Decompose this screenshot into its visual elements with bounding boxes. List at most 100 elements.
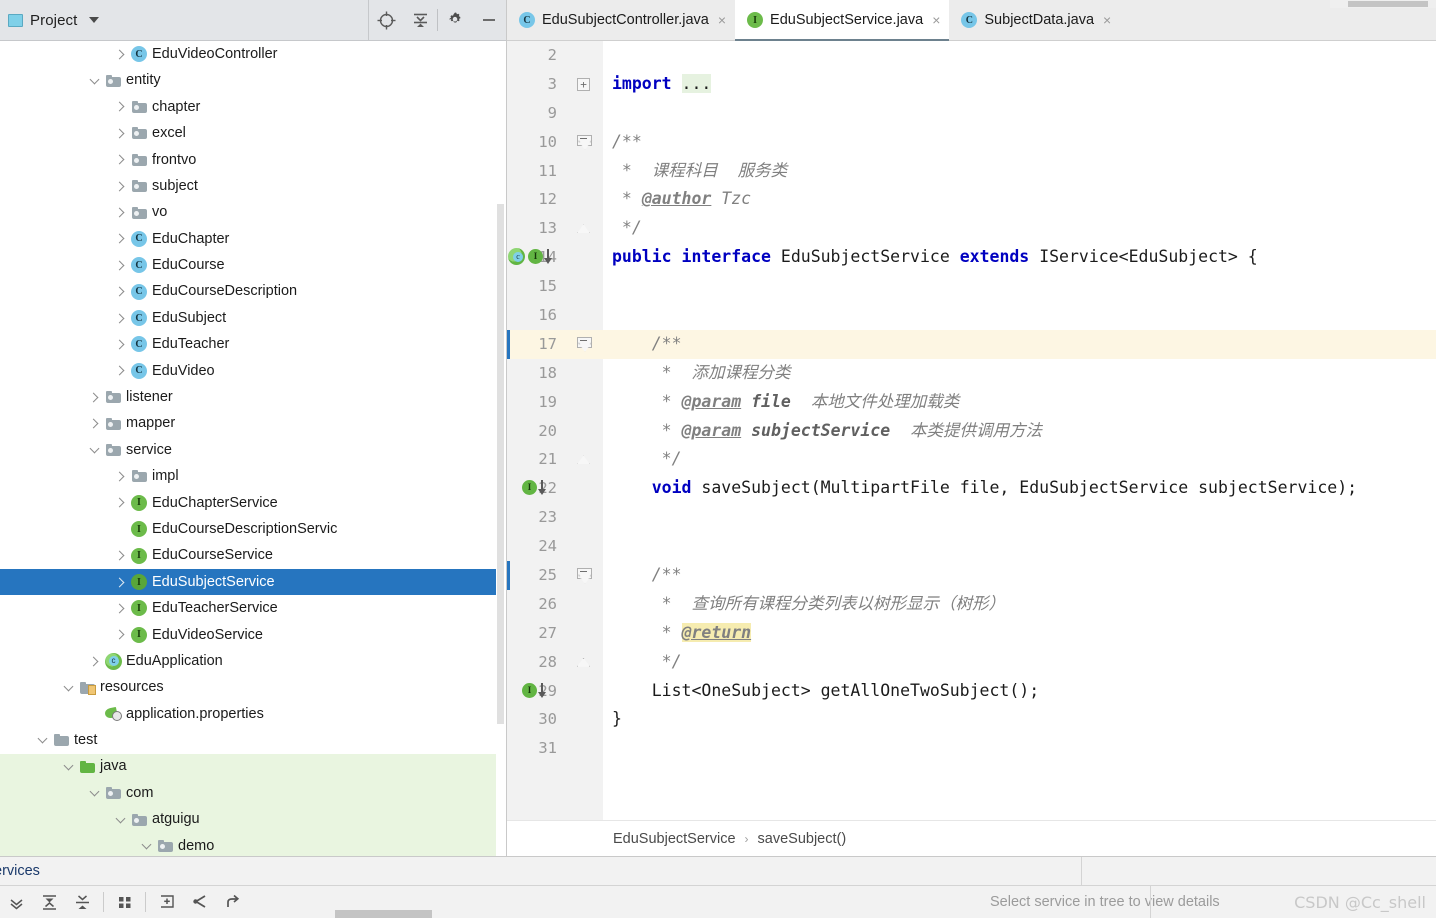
tree-item-com[interactable]: com xyxy=(0,779,496,807)
editor-tab-edusubjectservice-java[interactable]: I EduSubjectService.java × xyxy=(735,0,950,41)
fold-end-icon[interactable] xyxy=(577,657,590,667)
code-line-28[interactable]: 28 */ xyxy=(507,648,1436,677)
group-icon[interactable] xyxy=(108,887,141,918)
tree-item-educoursedescriptionservic[interactable]: I EduCourseDescriptionServic xyxy=(0,516,496,542)
editor-tab-subjectdata-java[interactable]: C SubjectData.java × xyxy=(949,0,1120,40)
tree-expand-arrow[interactable] xyxy=(112,579,129,586)
tree-expand-arrow[interactable] xyxy=(112,235,129,242)
fold-expand-icon[interactable]: + xyxy=(577,77,590,91)
gutter-marker-implementations[interactable]: I xyxy=(519,479,547,496)
tree-item-educourseservice[interactable]: I EduCourseService xyxy=(0,542,496,568)
close-icon[interactable]: × xyxy=(718,12,726,28)
code-editor[interactable]: 2 3 + import ... 9 10/** 11 * 课程科目 服务类 12 * @au… xyxy=(507,41,1436,820)
tree-expand-arrow[interactable] xyxy=(112,605,129,612)
tree-expand-arrow[interactable] xyxy=(86,394,103,401)
tree-expand-arrow[interactable] xyxy=(138,841,155,851)
fold-collapse-icon[interactable] xyxy=(577,568,592,583)
gutter-marker-implementations[interactable]: I xyxy=(507,248,553,266)
tree-item-subject[interactable]: subject xyxy=(0,173,496,199)
scrollbar-thumb[interactable] xyxy=(497,204,504,724)
fold-end-icon[interactable] xyxy=(577,455,590,465)
tree-item-educourse[interactable]: C EduCourse xyxy=(0,252,496,278)
code-line-3[interactable]: 3 + import ... xyxy=(507,70,1436,99)
gear-icon[interactable] xyxy=(438,1,472,40)
tree-item-edusubjectservice[interactable]: I EduSubjectService xyxy=(0,568,496,596)
code-line-30[interactable]: 30} xyxy=(507,705,1436,734)
close-icon[interactable]: × xyxy=(1103,12,1111,28)
tree-expand-arrow[interactable] xyxy=(112,130,129,137)
tree-expand-arrow[interactable] xyxy=(86,658,103,665)
tree-item-eduteacher[interactable]: C EduTeacher xyxy=(0,331,496,357)
tree-expand-arrow[interactable] xyxy=(112,367,129,374)
tree-expand-arrow[interactable] xyxy=(112,288,129,295)
code-line-14[interactable]: 14Ipublic interface EduSubjectService ex… xyxy=(507,243,1436,272)
bottom-scrollbar[interactable] xyxy=(335,909,665,918)
tree-item-test[interactable]: test xyxy=(0,727,496,753)
code-line-17[interactable]: 17 /** xyxy=(507,329,1436,359)
fold-end-icon[interactable] xyxy=(577,224,590,234)
branch-icon[interactable] xyxy=(216,887,249,918)
code-content[interactable]: 2 3 + import ... 9 10/** 11 * 课程科目 服务类 12 * @au… xyxy=(507,41,1436,820)
code-line-29[interactable]: 29 I List<OneSubject> getAllOneTwoSubject… xyxy=(507,677,1436,706)
tree-expand-arrow[interactable] xyxy=(86,420,103,427)
expand-chevron-icon[interactable] xyxy=(0,887,33,918)
chevron-down-icon[interactable] xyxy=(89,17,100,23)
tree-item-demo[interactable]: demo xyxy=(0,832,496,856)
add-service-icon[interactable] xyxy=(150,887,183,918)
minimize-icon[interactable] xyxy=(472,1,506,40)
code-line-18[interactable]: 18 * 添加课程分类 xyxy=(507,359,1436,388)
tree-item-listener[interactable]: listener xyxy=(0,384,496,410)
tree-item-service[interactable]: service xyxy=(0,437,496,463)
tree-item-application-properties[interactable]: application.properties xyxy=(0,701,496,727)
breadcrumb-item[interactable]: EduSubjectService xyxy=(613,831,736,847)
tree-item-educhapter[interactable]: C EduChapter xyxy=(0,226,496,252)
scrollbar-thumb[interactable] xyxy=(335,910,432,918)
tree-item-atguigu[interactable]: atguigu xyxy=(0,806,496,833)
tree-item-educoursedescription[interactable]: C EduCourseDescription xyxy=(0,279,496,305)
tree-item-vo[interactable]: vo xyxy=(0,199,496,225)
code-line-22[interactable]: 22 I void saveSubject(MultipartFile file,… xyxy=(507,474,1436,503)
tree-expand-arrow[interactable] xyxy=(34,735,51,745)
tree-item-impl[interactable]: impl xyxy=(0,463,496,489)
gutter-marker-implementations[interactable]: I xyxy=(519,682,547,699)
code-line-11[interactable]: 11 * 课程科目 服务类 xyxy=(507,157,1436,186)
tree-item-eduapplication[interactable]: EduApplication xyxy=(0,648,496,674)
project-title-group[interactable]: Project xyxy=(0,12,100,29)
filter-icon[interactable] xyxy=(183,887,216,918)
code-line-27[interactable]: 27 * @return xyxy=(507,619,1436,648)
code-line-19[interactable]: 19 * @param file 本地文件处理加载类 xyxy=(507,388,1436,417)
tree-expand-arrow[interactable] xyxy=(112,156,129,163)
breadcrumb-item[interactable]: saveSubject() xyxy=(758,831,847,847)
tree-expand-arrow[interactable] xyxy=(60,762,77,772)
code-line-15[interactable]: 15 xyxy=(507,272,1436,301)
code-line-26[interactable]: 26 * 查询所有课程分类列表以树形显示（树形） xyxy=(507,590,1436,619)
code-line-10[interactable]: 10 /** xyxy=(507,128,1436,157)
tree-expand-arrow[interactable] xyxy=(112,262,129,269)
scrollbar-thumb[interactable] xyxy=(1348,1,1428,7)
tree-item-resources[interactable]: resources xyxy=(0,674,496,700)
code-line-25[interactable]: 25 /** xyxy=(507,561,1436,590)
tree-item-excel[interactable]: excel xyxy=(0,120,496,146)
tree-item-eduvideo[interactable]: C EduVideo xyxy=(0,358,496,384)
tree-expand-arrow[interactable] xyxy=(112,499,129,506)
editor-tab-edusubjectcontroller-java[interactable]: C EduSubjectController.java × xyxy=(507,0,735,40)
tree-item-frontvo[interactable]: frontvo xyxy=(0,147,496,173)
tree-item-eduvideocontroller[interactable]: C EduVideoController xyxy=(0,41,496,67)
tree-expand-arrow[interactable] xyxy=(60,683,77,693)
code-line-20[interactable]: 20 * @param subjectService 本类提供调用方法 xyxy=(507,417,1436,446)
editor-horizontal-scrollbar[interactable] xyxy=(1330,0,1436,8)
tree-item-eduvideoservice[interactable]: I EduVideoService xyxy=(0,622,496,648)
project-tree-scrollbar[interactable] xyxy=(496,41,505,856)
tree-expand-arrow[interactable] xyxy=(86,788,103,798)
code-line-21[interactable]: 21 */ xyxy=(507,445,1436,474)
tree-expand-arrow[interactable] xyxy=(112,103,129,110)
tree-expand-arrow[interactable] xyxy=(112,183,129,190)
tree-expand-arrow[interactable] xyxy=(86,445,103,455)
tree-item-edusubject[interactable]: C EduSubject xyxy=(0,305,496,331)
code-line-13[interactable]: 13 */ xyxy=(507,214,1436,243)
tree-item-chapter[interactable]: chapter xyxy=(0,94,496,120)
tree-expand-arrow[interactable] xyxy=(86,76,103,86)
code-line-31[interactable]: 31 xyxy=(507,734,1436,763)
tree-expand-arrow[interactable] xyxy=(112,631,129,638)
collapse-all-icon[interactable] xyxy=(66,887,99,918)
